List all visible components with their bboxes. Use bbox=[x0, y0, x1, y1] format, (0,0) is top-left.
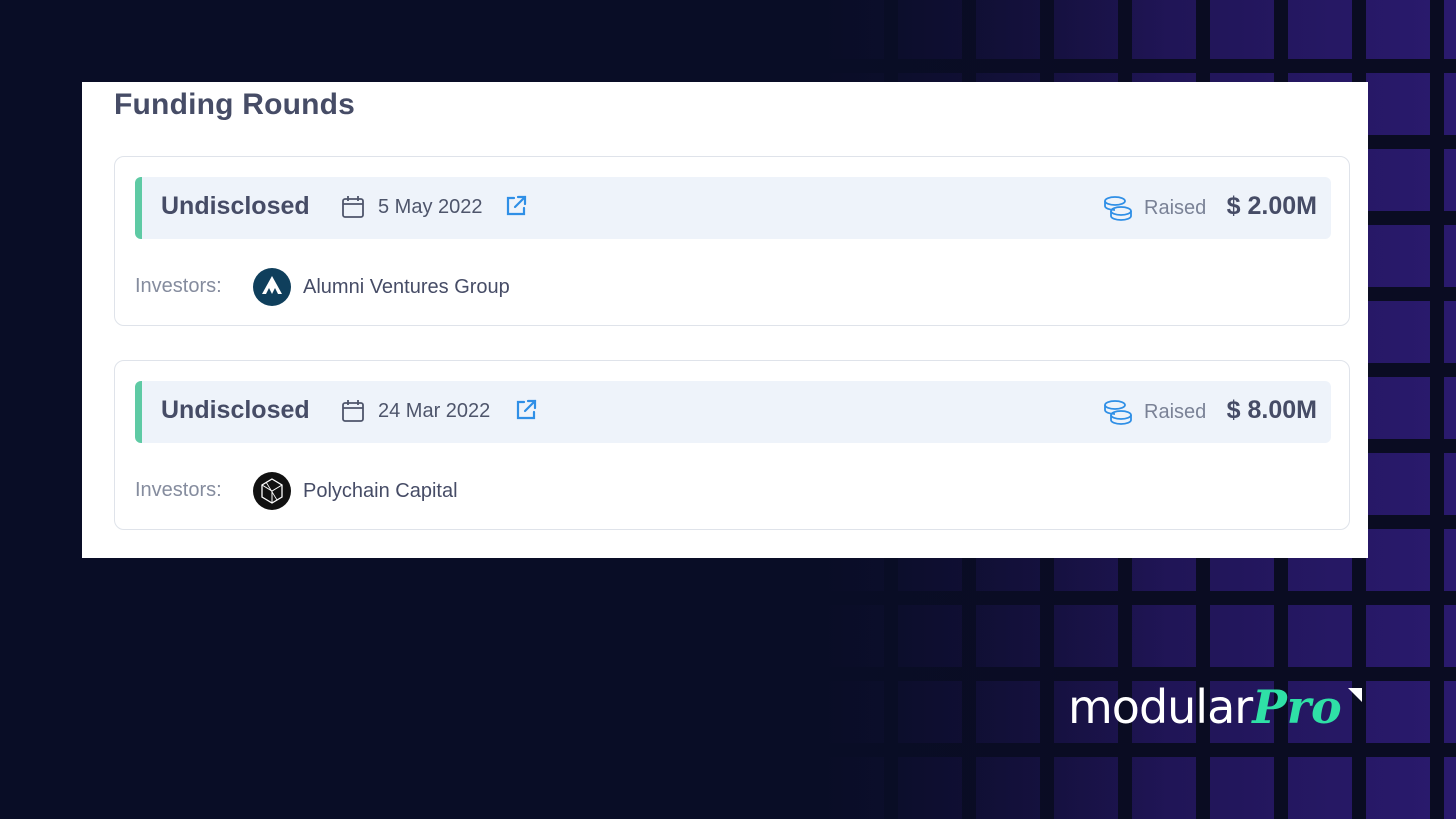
coins-icon bbox=[1102, 397, 1134, 427]
funding-round-card: Undisclosed 24 Mar 2022 Raised $ 8.00M I… bbox=[114, 360, 1350, 530]
investors-label: Investors: bbox=[135, 479, 222, 501]
external-link-icon[interactable] bbox=[504, 194, 528, 218]
investors-label: Investors: bbox=[135, 275, 222, 297]
modularpro-logo: modularPro bbox=[1068, 680, 1362, 734]
polychain-capital-logo[interactable] bbox=[252, 471, 292, 511]
external-link-icon[interactable] bbox=[514, 398, 538, 422]
round-name: Undisclosed bbox=[161, 192, 310, 220]
investor-name[interactable]: Alumni Ventures Group bbox=[303, 276, 510, 299]
raised-amount: $ 8.00M bbox=[1226, 396, 1317, 424]
round-name: Undisclosed bbox=[161, 396, 310, 424]
calendar-icon bbox=[340, 194, 366, 220]
brand-corner-mark bbox=[1346, 686, 1364, 704]
brand-main-text: modular bbox=[1068, 680, 1253, 734]
funding-round-card: Undisclosed 5 May 2022 Raised $ 2.00M In… bbox=[114, 156, 1350, 326]
calendar-icon bbox=[340, 398, 366, 424]
investor-name[interactable]: Polychain Capital bbox=[303, 480, 458, 503]
round-date: 5 May 2022 bbox=[378, 196, 483, 218]
funding-rounds-panel: Funding Rounds Undisclosed 5 May 2022 Ra… bbox=[82, 82, 1368, 558]
coins-icon bbox=[1102, 193, 1134, 223]
round-date: 24 Mar 2022 bbox=[378, 400, 491, 422]
raised-label: Raised bbox=[1144, 401, 1207, 423]
section-title: Funding Rounds bbox=[114, 88, 356, 121]
raised-label: Raised bbox=[1144, 197, 1207, 219]
round-header: Undisclosed 5 May 2022 Raised $ 2.00M bbox=[135, 177, 1331, 239]
round-header: Undisclosed 24 Mar 2022 Raised $ 8.00M bbox=[135, 381, 1331, 443]
brand-accent-text: Pro bbox=[1252, 680, 1342, 734]
raised-amount: $ 2.00M bbox=[1226, 192, 1317, 220]
alumni-ventures-logo[interactable] bbox=[252, 267, 292, 307]
